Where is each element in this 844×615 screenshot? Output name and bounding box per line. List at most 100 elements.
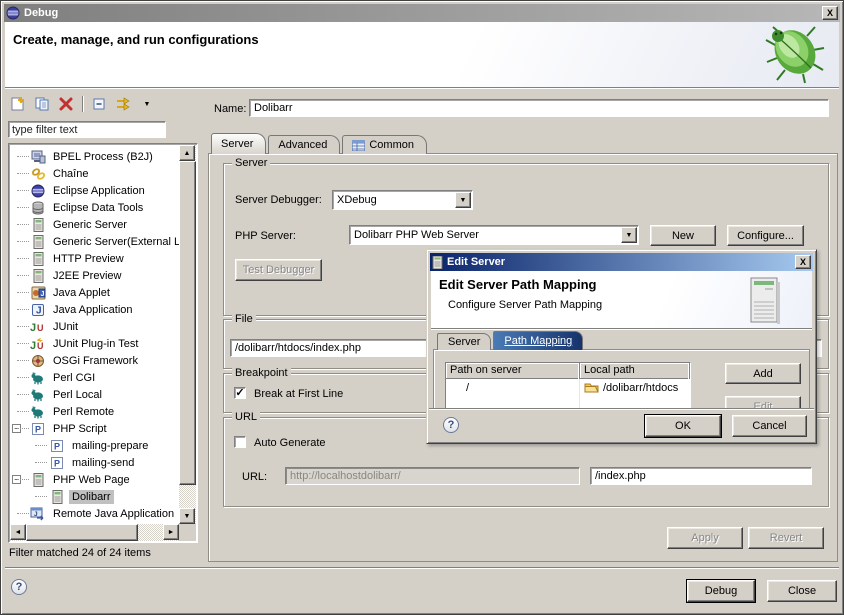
chevron-down-icon[interactable]: ▼ [455, 192, 471, 208]
dialog-tab-server-label: Server [448, 336, 480, 348]
dialog-button-bar: ? OK Cancel [429, 408, 814, 441]
tree-connector [17, 343, 29, 344]
dialog-titlebar[interactable]: Edit Server X [430, 253, 813, 271]
php-icon: P [49, 455, 65, 470]
cell-path-on-server: / [446, 379, 580, 396]
tab-common[interactable]: Common [342, 135, 427, 154]
tree-item-label: Generic Server(External La [50, 235, 189, 249]
test-debugger-button[interactable]: Test Debugger [235, 259, 322, 281]
tab-common-label: Common [369, 139, 414, 151]
dialog-tab-path-mapping[interactable]: Path Mapping [493, 331, 583, 350]
add-mapping-button[interactable]: Add [725, 363, 801, 384]
tree-item-label: J2EE Preview [50, 269, 124, 283]
tree-item-bpel-process-b2j-[interactable]: BPEL Process (B2J) [9, 148, 179, 165]
tree-item-http-preview[interactable]: HTTP Preview [9, 250, 179, 267]
server-icon [30, 472, 46, 487]
tree-item-mailing-prepare[interactable]: Pmailing-prepare [9, 437, 179, 454]
tree-item-perl-remote[interactable]: Perl Remote [9, 403, 179, 420]
tree-item-generic-server-external-la[interactable]: Generic Server(External La [9, 233, 179, 250]
window-title: Debug [24, 7, 58, 19]
apply-button-label: Apply [691, 532, 719, 544]
tree-item-generic-server[interactable]: Generic Server [9, 216, 179, 233]
tree-item-label: Perl CGI [50, 371, 98, 385]
tree-item-mailing-send[interactable]: Pmailing-send [9, 454, 179, 471]
server-icon [30, 251, 46, 266]
tree-item-label: Eclipse Data Tools [50, 201, 146, 215]
tree-item-osgi-framework[interactable]: OSGi Framework [9, 352, 179, 369]
tab-advanced[interactable]: Advanced [268, 135, 340, 154]
revert-button[interactable]: Revert [748, 527, 824, 549]
tree-item-perl-cgi[interactable]: Perl CGI [9, 369, 179, 386]
tree-item-java-application[interactable]: JJava Application [9, 301, 179, 318]
chevron-down-icon[interactable]: ▼ [621, 227, 637, 243]
column-header-local-path[interactable]: Local path [580, 363, 690, 379]
collapse-all-icon[interactable] [88, 94, 110, 114]
tree-horizontal-scrollbar[interactable]: ◄ ► [10, 524, 179, 541]
cancel-button[interactable]: Cancel [732, 415, 807, 437]
tree-item-label: mailing-prepare [69, 439, 151, 453]
tree-item-label: Remote Java Application [50, 507, 177, 521]
filter-icon[interactable] [112, 94, 134, 114]
duplicate-icon[interactable] [31, 94, 53, 114]
tree-item-perl-local[interactable]: Perl Local [9, 386, 179, 403]
svg-text:P: P [35, 424, 41, 434]
url-path-input[interactable]: /index.php [590, 467, 812, 485]
path-mapping-table[interactable]: Path on server Local path / /dolibarr/ht… [445, 362, 691, 410]
tree-connector [17, 377, 29, 378]
table-row[interactable]: / /dolibarr/htdocs [446, 379, 690, 396]
close-button-label: Close [788, 585, 816, 597]
break-first-line-checkbox[interactable]: ✓ [234, 387, 246, 399]
dialog-help-icon[interactable]: ? [443, 417, 459, 433]
vertical-scroll-thumb[interactable] [179, 161, 196, 485]
tree-item-eclipse-application[interactable]: Eclipse Application [9, 182, 179, 199]
close-button[interactable]: Close [767, 580, 837, 602]
auto-generate-checkbox[interactable] [234, 436, 246, 448]
dialog-title: Edit Server [447, 256, 505, 268]
apply-button[interactable]: Apply [667, 527, 743, 549]
eclipse-app-icon [30, 183, 46, 198]
configure-button-label: Configure... [737, 230, 794, 242]
column-header-path-on-server[interactable]: Path on server [446, 363, 580, 379]
window-close-button[interactable]: X [822, 6, 838, 20]
ok-button[interactable]: OK [645, 415, 721, 437]
scroll-right-icon[interactable]: ► [163, 524, 179, 540]
window-titlebar[interactable]: Debug X [4, 4, 840, 22]
toolbar-menu-arrow-icon[interactable]: ▼ [136, 94, 158, 114]
scroll-up-icon[interactable]: ▲ [179, 145, 195, 161]
delete-icon[interactable] [55, 94, 77, 114]
php-server-combo[interactable]: Dolibarr PHP Web Server ▼ [349, 225, 639, 245]
breakpoint-group-title: Breakpoint [232, 367, 291, 379]
help-icon[interactable]: ? [11, 579, 27, 595]
tab-server[interactable]: Server [211, 133, 266, 154]
tree-vertical-scrollbar[interactable]: ▲ ▼ [179, 145, 196, 524]
tree-connector [17, 224, 29, 225]
tree-item-php-web-page[interactable]: −PHP Web Page [9, 471, 179, 488]
php-icon: P [30, 421, 46, 436]
tree-item-php-script[interactable]: −PPHP Script [9, 420, 179, 437]
tree-item-java-applet[interactable]: JJava Applet [9, 284, 179, 301]
filter-input[interactable]: type filter text [8, 121, 166, 138]
tree-item-dolibarr[interactable]: Dolibarr [9, 488, 179, 505]
tree-item-junit-plug-in-test[interactable]: JUJUnit Plug-in Test [9, 335, 179, 352]
server-debugger-combo[interactable]: XDebug ▼ [332, 190, 473, 210]
debug-button[interactable]: Debug [687, 580, 755, 602]
configure-button[interactable]: Configure... [727, 225, 804, 246]
svg-text:P: P [54, 441, 60, 451]
dialog-tab-server[interactable]: Server [437, 333, 491, 350]
tree-item-junit[interactable]: JUJUnit [9, 318, 179, 335]
footer-separator [5, 567, 839, 569]
name-input[interactable]: Dolibarr [249, 99, 829, 117]
dialog-close-button[interactable]: X [795, 255, 811, 269]
cell-local-path: /dolibarr/htdocs [580, 379, 690, 396]
new-launch-config-icon[interactable] [7, 94, 29, 114]
tree-item-remote-java-application[interactable]: J Remote Java Application [9, 505, 179, 522]
tree-item-label: JUnit Plug-in Test [50, 337, 141, 351]
tree-item-eclipse-data-tools[interactable]: Eclipse Data Tools [9, 199, 179, 216]
scroll-down-icon[interactable]: ▼ [179, 508, 195, 524]
remote-java-icon: J [30, 506, 46, 521]
scroll-left-icon[interactable]: ◄ [10, 524, 26, 540]
new-server-button[interactable]: New [650, 225, 716, 246]
tree-item-cha-ne[interactable]: Chaîne [9, 165, 179, 182]
tree-item-j2ee-preview[interactable]: J2EE Preview [9, 267, 179, 284]
horizontal-scroll-thumb[interactable] [26, 524, 138, 541]
